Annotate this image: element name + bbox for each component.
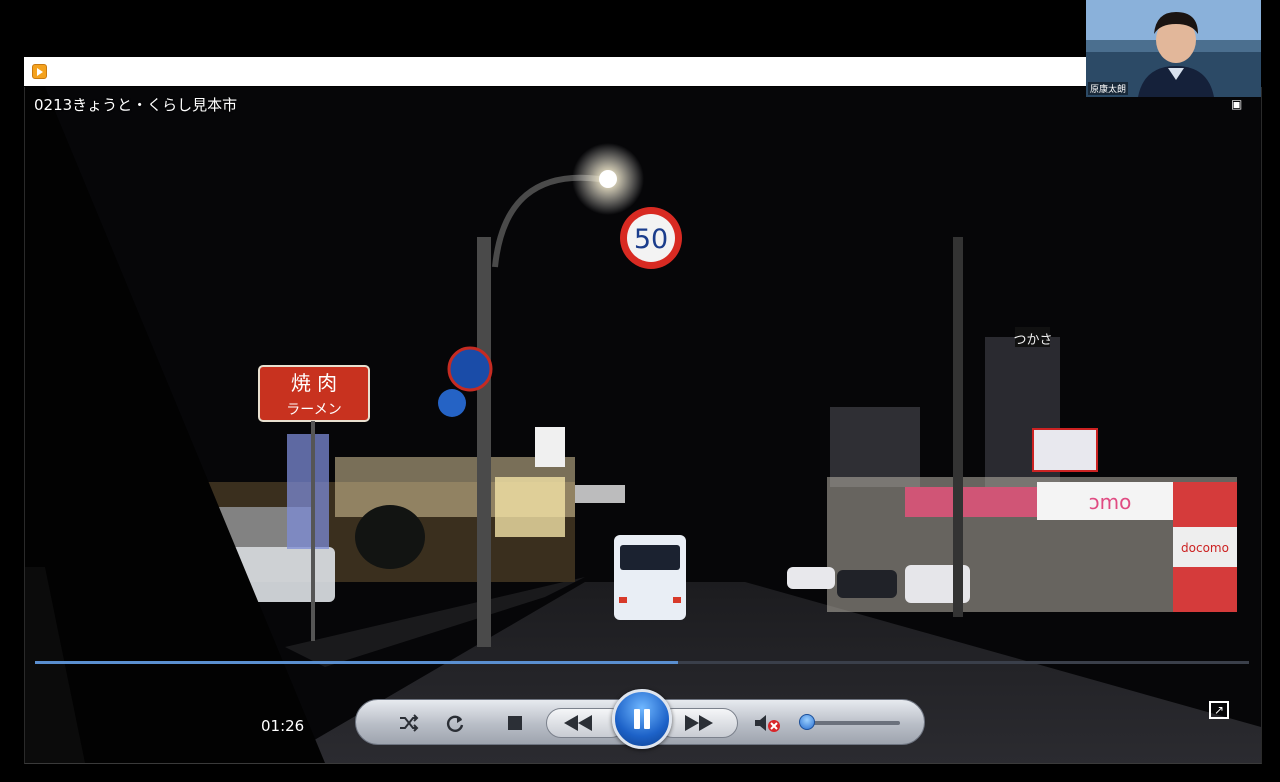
mute-icon[interactable] [752,708,782,738]
speed-limit-sign: 50 [634,224,668,255]
docomo-sign: docomo [1181,541,1229,555]
media-player-icon [32,64,47,79]
video-title: 0213きょうと・くらし見本市 [34,96,238,114]
stop-icon[interactable] [500,708,530,738]
current-time: 01:26 [261,717,305,735]
window-titlebar[interactable] [24,57,1086,86]
volume-knob[interactable] [799,714,815,730]
yakiniku-sign-label: 焼 肉 [291,371,337,395]
participant-video[interactable]: 原康太朗 [1086,0,1261,97]
participant-name: 原康太朗 [1088,82,1129,95]
previous-icon[interactable] [563,708,593,738]
shuffle-icon[interactable] [394,708,424,738]
rooftop-sign: つかさ [1013,333,1052,348]
repeat-icon[interactable] [440,708,470,738]
seek-bar[interactable] [35,661,1249,664]
store-sign: ɔmo [1089,490,1132,514]
playback-controls [355,689,925,749]
pause-icon[interactable] [612,689,672,749]
layout-toggle-icon[interactable]: ▣ [1231,97,1249,111]
seek-bar-progress [35,661,679,664]
volume-slider[interactable] [808,721,900,725]
mitsubishi-sign [535,427,565,467]
next-icon[interactable] [684,708,714,738]
ramen-sign-label: ラーメン [286,402,341,418]
video-player[interactable]: 焼 肉 ラーメン 50 つかさ ɔmo docomo 0213きょうと・くらし見… [24,87,1262,764]
fullscreen-icon[interactable]: ↗ [1209,701,1229,719]
